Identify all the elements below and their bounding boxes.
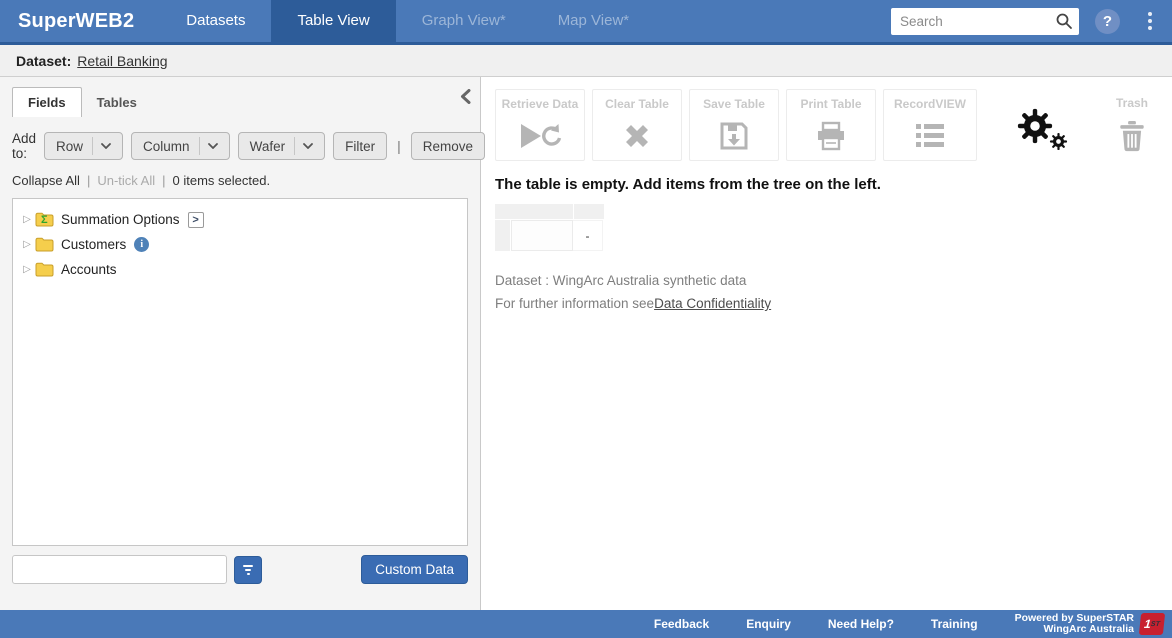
retrieve-data-button: Retrieve Data [495,89,585,161]
open-summation-icon[interactable]: > [188,212,204,228]
superstar-1st-logo: 1ST [1139,613,1165,635]
tree-item-customers[interactable]: ▷ Customers i [19,232,461,257]
add-to-label: Add to: [12,131,36,161]
placeholder-table-row: - [495,220,1156,251]
expand-arrow-icon[interactable]: ▷ [19,264,35,275]
add-to-row: Add to: Row Column Wafer Filter | Remove [12,131,468,161]
placeholder-header-cell [495,204,573,219]
add-to-wafer-button[interactable]: Wafer [238,132,326,160]
field-panel: Fields Tables Add to: Row Column Wafer F… [0,77,481,610]
search-input[interactable] [891,8,1079,35]
placeholder-header-cell [574,204,604,219]
button-separator: | [397,138,401,154]
nav-tab-datasets[interactable]: Datasets [160,0,271,42]
filter-button[interactable]: Filter [333,132,387,160]
app-logo: SuperWEB2 [0,0,160,42]
training-link[interactable]: Training [931,617,978,631]
trash-button: Trash [1116,96,1148,152]
folder-icon [35,237,54,252]
selection-links-row: Collapse All | Un-tick All | 0 items sel… [12,173,468,188]
clear-table-button: Clear Table [592,89,682,161]
nav-right-cluster: ? [891,0,1172,42]
field-search-input[interactable] [12,555,227,584]
custom-data-button[interactable]: Custom Data [361,555,468,584]
left-tabs: Fields Tables [12,87,468,117]
footer: Feedback Enquiry Need Help? Training Pow… [0,610,1172,638]
untick-all-link: Un-tick All [97,173,155,188]
superweb2-app: SuperWEB2 Datasets Table View Graph View… [0,0,1172,638]
dataset-label: Dataset: [16,53,71,69]
placeholder-table-header [495,204,1156,219]
search-icon[interactable] [1055,12,1073,30]
print-table-button: Print Table [786,89,876,161]
placeholder-body-cell [511,220,573,251]
powered-by-text: Powered by SuperSTAR WingArc Australia [1015,613,1134,635]
nav-tab-graph-view: Graph View* [396,0,532,42]
chevron-down-icon [303,143,313,149]
add-to-row-button[interactable]: Row [44,132,123,160]
collapse-panel-icon[interactable] [460,89,471,104]
field-filter-icon[interactable] [234,556,262,584]
tree-item-label[interactable]: Summation Options [61,212,180,227]
tree-item-label[interactable]: Accounts [61,262,117,277]
save-icon [719,111,749,160]
table-options-gear-icon[interactable] [1016,107,1068,151]
nav-search [891,8,1079,35]
dataset-info-text: Dataset : WingArc Australia synthetic da… [495,273,1156,288]
tab-fields[interactable]: Fields [12,87,82,117]
help-icon[interactable]: ? [1095,9,1120,34]
table-toolbar: Retrieve Data Clear Table [495,89,1156,161]
placeholder-row-stub [495,220,510,251]
chevron-down-icon [101,143,111,149]
empty-table-message: The table is empty. Add items from the t… [495,176,1156,193]
tree-item-label[interactable]: Customers [61,237,126,252]
field-tree: ▷ Σ Summation Options > ▷ Customers i [12,198,468,546]
data-confidentiality-link[interactable]: Data Confidentiality [654,296,771,311]
printer-icon [816,111,846,160]
table-panel: Retrieve Data Clear Table [481,77,1172,610]
placeholder-value-cell: - [573,220,603,251]
chevron-down-icon [208,143,218,149]
save-table-button: Save Table [689,89,779,161]
tree-item-accounts[interactable]: ▷ Accounts [19,257,461,282]
remove-button[interactable]: Remove [411,132,485,160]
top-nav: SuperWEB2 Datasets Table View Graph View… [0,0,1172,45]
nav-tab-table-view[interactable]: Table View [271,0,395,45]
play-refresh-icon [517,111,563,160]
expand-arrow-icon[interactable]: ▷ [19,214,35,225]
feedback-link[interactable]: Feedback [654,617,709,631]
overflow-menu-icon[interactable] [1142,8,1158,34]
enquiry-link[interactable]: Enquiry [746,617,791,631]
record-list-icon [914,111,946,160]
recordview-button: RecordVIEW [883,89,977,161]
add-to-column-button[interactable]: Column [131,132,230,160]
collapse-all-link[interactable]: Collapse All [12,173,80,188]
summation-folder-icon: Σ [35,212,54,227]
confidentiality-info: For further information seeData Confiden… [495,296,1156,311]
main-area: Fields Tables Add to: Row Column Wafer F… [0,77,1172,610]
expand-arrow-icon[interactable]: ▷ [19,239,35,250]
nav-tab-map-view: Map View* [532,0,655,42]
field-search-row: Custom Data [12,555,468,584]
clear-x-icon [622,111,652,160]
placeholder-table: - [495,204,1156,251]
selection-status: 0 items selected. [173,173,271,188]
folder-icon [35,262,54,277]
breadcrumb: Dataset: Retail Banking [0,45,1172,77]
tab-tables[interactable]: Tables [82,88,152,117]
dataset-link[interactable]: Retail Banking [77,53,167,69]
info-icon[interactable]: i [134,237,149,252]
need-help-link[interactable]: Need Help? [828,617,894,631]
confidentiality-prefix: For further information see [495,296,654,311]
tree-item-summation-options[interactable]: ▷ Σ Summation Options > [19,207,461,232]
trash-icon [1119,120,1145,152]
